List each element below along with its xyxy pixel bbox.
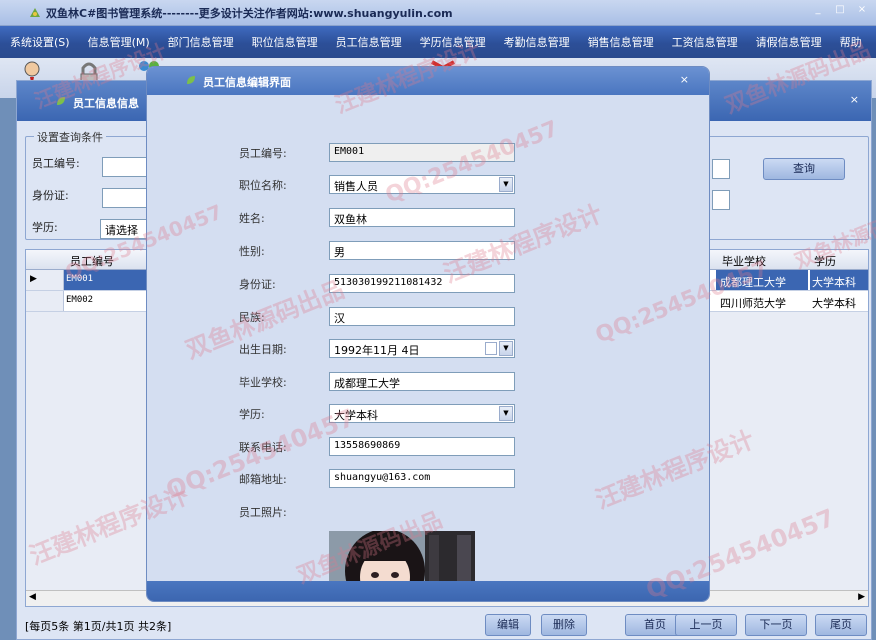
minimize-button[interactable]: _ — [810, 3, 826, 17]
col-school-header[interactable]: 毕业学校 — [722, 253, 766, 269]
edit-form: 员工编号: EM001 职位名称: 销售人员 ▼ 姓名: 双鱼林 性别: 男 身… — [147, 95, 709, 601]
education-query-label: 学历: — [32, 221, 58, 234]
fish-app-icon — [30, 8, 40, 17]
delete-button[interactable]: 删除 — [541, 614, 587, 636]
last-page-button[interactable]: 尾页 — [815, 614, 867, 636]
prev-page-button[interactable]: 上一页 — [675, 614, 737, 636]
leaf-icon — [187, 76, 195, 84]
school-label: 毕业学校: — [239, 376, 287, 389]
edit-dialog-footer — [147, 581, 709, 601]
cell-education[interactable]: 大学本科 — [812, 295, 856, 311]
email-label: 邮箱地址: — [239, 473, 287, 486]
cell-education[interactable]: 大学本科 — [810, 270, 868, 290]
photo-label: 员工照片: — [239, 506, 287, 519]
name-label: 姓名: — [239, 212, 265, 225]
gender-label: 性别: — [239, 245, 265, 258]
menu-info[interactable]: 信息管理(M) — [88, 34, 150, 50]
id-card-query-label: 身份证: — [32, 189, 69, 202]
pager-bar: [每页5条 第1页/共1页 共2条] 编辑 删除 首页 上一页 下一页 尾页 — [25, 610, 869, 640]
nation-field[interactable]: 汉 — [329, 307, 515, 326]
menu-attendance[interactable]: 考勤信息管理 — [504, 34, 570, 50]
school-field[interactable]: 成都理工大学 — [329, 372, 515, 391]
employee-edit-dialog: 员工信息编辑界面 × 员工编号: EM001 职位名称: 销售人员 ▼ 姓名: … — [146, 66, 710, 602]
app-titlebar: 双鱼林C#图书管理系统--------更多设计关注作者网站:www.shuang… — [0, 0, 876, 26]
chevron-down-icon[interactable]: ▼ — [499, 341, 513, 356]
menu-sales[interactable]: 销售信息管理 — [588, 34, 654, 50]
menu-leave[interactable]: 请假信息管理 — [756, 34, 822, 50]
maximize-button[interactable]: □ — [832, 3, 848, 17]
scroll-right-icon[interactable]: ▶ — [858, 592, 865, 602]
query-button[interactable]: 查询 — [763, 158, 845, 180]
emp-no-label: 员工编号: — [239, 147, 287, 160]
birth-date-label: 出生日期: — [239, 343, 287, 356]
emp-no-query-label: 员工编号: — [32, 157, 80, 170]
window-controls: _ □ × — [810, 3, 870, 17]
id-card-field[interactable]: 513030199211081432 — [329, 274, 515, 293]
query-legend: 设置查询条件 — [34, 129, 106, 145]
menu-system[interactable]: 系统设置(S) — [10, 34, 70, 50]
menu-education[interactable]: 学历信息管理 — [420, 34, 486, 50]
menu-help[interactable]: 帮助 — [840, 34, 862, 50]
scroll-left-icon[interactable]: ◀ — [29, 592, 36, 602]
menu-position[interactable]: 职位信息管理 — [252, 34, 318, 50]
col-emp-no-header[interactable]: 员工编号 — [70, 253, 114, 269]
position-value: 销售人员 — [334, 180, 378, 193]
cell-emp-no[interactable]: EM001 — [64, 270, 148, 290]
query-input-right-2[interactable] — [712, 190, 730, 210]
birth-date-value: 1992年11月 4日 — [334, 344, 420, 357]
menu-department[interactable]: 部门信息管理 — [168, 34, 234, 50]
menu-bar: 系统设置(S) 信息管理(M) 部门信息管理 职位信息管理 员工信息管理 学历信… — [0, 26, 876, 58]
cell-school[interactable]: 成都理工大学 — [716, 270, 808, 290]
chevron-down-icon[interactable]: ▼ — [499, 177, 513, 192]
menu-employee[interactable]: 员工信息管理 — [336, 34, 402, 50]
emp-no-field[interactable]: EM001 — [329, 143, 515, 162]
edit-dialog-title: 员工信息编辑界面 — [203, 76, 291, 89]
phone-field[interactable]: 13558690869 — [329, 437, 515, 456]
info-window-close-icon[interactable]: × — [850, 93, 859, 106]
edit-dialog-close-icon[interactable]: × — [680, 73, 689, 86]
birth-date-picker[interactable]: 1992年11月 4日 ▼ — [329, 339, 515, 358]
edit-dialog-titlebar: 员工信息编辑界面 × — [147, 67, 709, 95]
cell-school[interactable]: 四川师范大学 — [720, 295, 786, 311]
calendar-icon[interactable] — [485, 342, 497, 355]
query-input-right-1[interactable] — [712, 159, 730, 179]
position-label: 职位名称: — [239, 179, 287, 192]
next-page-button[interactable]: 下一页 — [745, 614, 807, 636]
menu-salary[interactable]: 工资信息管理 — [672, 34, 738, 50]
info-window-title: 员工信息信息 — [73, 97, 139, 110]
education-label: 学历: — [239, 408, 265, 421]
row-header[interactable]: ▶ — [26, 270, 64, 290]
education-value: 大学本科 — [334, 409, 378, 422]
nation-label: 民族: — [239, 311, 265, 324]
app-title: 双鱼林C#图书管理系统--------更多设计关注作者网站:www.shuang… — [46, 7, 453, 20]
position-select[interactable]: 销售人员 ▼ — [329, 175, 515, 194]
chevron-down-icon[interactable]: ▼ — [499, 406, 513, 421]
education-select[interactable]: 大学本科 ▼ — [329, 404, 515, 423]
phone-label: 联系电话: — [239, 441, 287, 454]
email-field[interactable]: shuangyu@163.com — [329, 469, 515, 488]
name-field[interactable]: 双鱼林 — [329, 208, 515, 227]
row-marker-icon: ▶ — [30, 274, 37, 284]
cell-emp-no[interactable]: EM002 — [66, 295, 93, 305]
row-header[interactable] — [26, 291, 64, 311]
gender-field[interactable]: 男 — [329, 241, 515, 260]
page-info: [每页5条 第1页/共1页 共2条] — [25, 620, 172, 633]
edit-button[interactable]: 编辑 — [485, 614, 531, 636]
col-education-header[interactable]: 学历 — [814, 253, 836, 269]
leaf-icon — [57, 97, 65, 105]
id-card-label: 身份证: — [239, 278, 276, 291]
close-window-button[interactable]: × — [854, 3, 870, 17]
